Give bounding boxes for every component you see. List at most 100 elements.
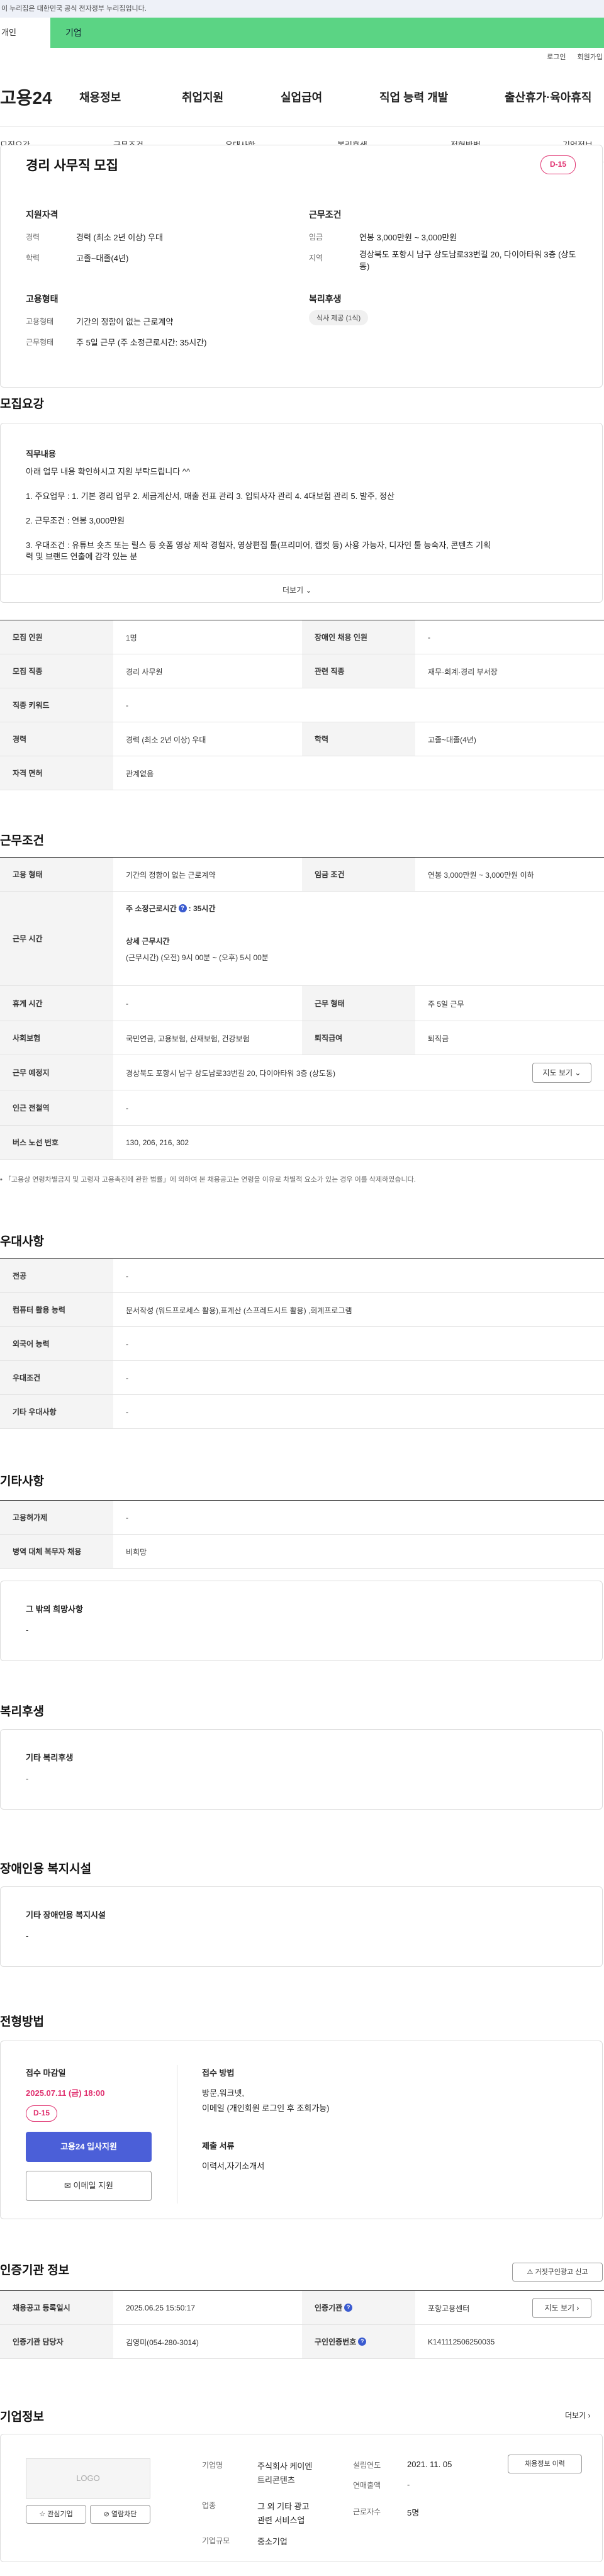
row-value: - xyxy=(428,633,430,642)
etc-table: 고용허가제 - 병역 대체 복무자 채용 비희망 xyxy=(0,1500,604,1569)
report-false-ad-button[interactable]: ⚠ 거짓구인광고 신고 xyxy=(512,2263,603,2282)
size-label: 기업규모 xyxy=(202,2536,230,2545)
map-button[interactable]: 지도 보기 ⌄ xyxy=(532,1063,591,1083)
site-logo[interactable]: 고용24 xyxy=(0,84,79,109)
more-button[interactable]: 더보기 ⌄ xyxy=(282,585,312,595)
company-name-2: 트리콘텐츠 xyxy=(257,2475,295,2485)
chevron-right-icon: › xyxy=(576,2304,579,2312)
facility-box-heading: 기타 장애인용 복지시설 xyxy=(26,1910,106,1920)
email-apply-button[interactable]: ✉ 이메일 지원 xyxy=(26,2171,152,2201)
agency-table: 채용공고 등록일시 2025.06.25 15:50:17 인증기관? 포항고용센터 … xyxy=(0,2290,604,2359)
row-label: 임금 조건 xyxy=(302,858,415,891)
row-value: - xyxy=(126,1408,128,1416)
chevron-right-icon: › xyxy=(588,2411,591,2420)
size-value: 중소기업 xyxy=(257,2537,288,2546)
edu-value: 고졸~대졸(4년) xyxy=(76,254,129,263)
selection-box: 접수 마감일 2025.07.11 (금) 18:00 D-15 고용24 입사… xyxy=(0,2041,603,2219)
hiring-history-button[interactable]: 채용정보 이력 xyxy=(508,2455,582,2473)
revenue-label: 연매출액 xyxy=(353,2481,381,2490)
row-value: - xyxy=(126,1374,128,1382)
work-table: 고용 형태 기간의 정함이 없는 근로계약 임금 조건 연봉 3,000만원 ~ 3,… xyxy=(0,857,604,1160)
nav-unemployment-benefit[interactable]: 실업급여 xyxy=(281,89,379,105)
block-view-button[interactable]: ⊘ 열람차단 xyxy=(90,2505,150,2524)
report-label: 거짓구인광고 신고 xyxy=(535,2268,588,2276)
nav-parental-leave[interactable]: 출산휴가·육아휴직 xyxy=(505,89,604,105)
row-label: 우대조건 xyxy=(0,1361,113,1394)
row-label: 근무 예정지 xyxy=(0,1055,113,1090)
duties-box: 직무내용 아래 업무 내용 확인하시고 지원 부탁드립니다 ^^ 1. 주요업무… xyxy=(0,423,603,603)
nav-employment-support[interactable]: 취업지원 xyxy=(182,89,281,105)
row-value: 1명 xyxy=(126,633,137,642)
org-map-button[interactable]: 지도 보기 › xyxy=(532,2298,591,2318)
signup-link[interactable]: 회원가입 xyxy=(578,53,603,61)
docs-value: 이력서,자기소개서 xyxy=(202,2161,265,2171)
welfare-tag: 식사 제공 (1식) xyxy=(309,310,369,325)
favorite-company-button[interactable]: ☆ 관심기업 xyxy=(26,2505,86,2524)
workform-label: 근무형태 xyxy=(26,338,54,347)
gov-banner: 이 누리집은 대한민국 공식 전자정부 누리집입니다. xyxy=(0,0,604,18)
hours-sub-label: 주 소정근로시간 xyxy=(126,904,177,913)
welfare-box-heading: 기타 복리후생 xyxy=(26,1753,74,1762)
row-value: 130, 206, 216, 302 xyxy=(126,1138,189,1147)
row-value: 경력 (최소 2년 이상) 우대 xyxy=(126,735,206,744)
row-value: 재무·회계·경리 부서장 xyxy=(428,667,498,676)
row-value: - xyxy=(126,1272,128,1280)
workform-value: 주 5일 근무 (주 소정근로시간: 35시간) xyxy=(76,338,207,347)
emptype-value: 기간의 정함이 없는 근로계약 xyxy=(76,317,174,327)
apply-button[interactable]: 고용24 입사지원 xyxy=(26,2132,152,2162)
wage-label: 임금 xyxy=(309,233,323,242)
welfare-box: 기타 복리후생 - xyxy=(0,1729,603,1810)
selection-section-title: 전형방법 xyxy=(0,2015,44,2029)
company-more-link[interactable]: 더보기 › xyxy=(565,2410,590,2421)
dday-badge: D-15 xyxy=(540,155,576,174)
row-label: 버스 노선 번호 xyxy=(0,1126,113,1159)
location-label: 지역 xyxy=(309,254,323,262)
emp-heading: 고용형태 xyxy=(26,294,59,304)
row-value: 주 5일 근무 xyxy=(428,999,464,1009)
deadline-value: 2025.07.11 (금) 18:00 xyxy=(26,2088,105,2098)
chevron-down-icon: ⌄ xyxy=(574,1068,581,1077)
row-label: 외국어 능력 xyxy=(0,1327,113,1360)
row-value: 문서작성 (워드프로세스 활용),표계산 (스프레드시트 활용) ,회계프로그램 xyxy=(126,1306,352,1315)
company-section-title: 기업정보 xyxy=(0,2411,44,2424)
login-link[interactable]: 로그인 xyxy=(547,53,566,61)
nav-jobs[interactable]: 채용정보 xyxy=(79,89,182,105)
row-label: 학력 xyxy=(302,722,415,756)
row-label: 휴게 시간 xyxy=(0,986,113,1021)
hours-sub: 주 소정근로시간?: 35시간 xyxy=(126,903,215,914)
industry-2: 관련 서비스업 xyxy=(257,2516,305,2525)
help-icon[interactable]: ? xyxy=(358,2338,367,2346)
row-label: 사회보험 xyxy=(0,1021,113,1055)
star-icon: ☆ xyxy=(39,2511,46,2518)
tab-individual[interactable]: 개인 xyxy=(0,18,50,48)
more-label: 더보기 xyxy=(282,586,304,595)
main-nav: 고용24 채용정보 취업지원 실업급여 직업 능력 개발 출산휴가·육아휴직 xyxy=(0,67,604,127)
emptype-label: 고용형태 xyxy=(26,317,54,326)
detail-value: (근무시간) (오전) 9시 00분 ~ (오후) 5시 00분 xyxy=(126,953,269,962)
row-label: 장애인 채용 인원 xyxy=(302,620,415,654)
duties-line-2: 2. 근무조건 : 연봉 3,000만원 xyxy=(26,516,125,525)
method-line-1: 방문,워크넷, xyxy=(202,2088,245,2098)
founded-label: 설립연도 xyxy=(353,2461,381,2470)
row-value: - xyxy=(126,1340,128,1348)
row-value: 고졸~대졸(4년) xyxy=(428,735,476,744)
summary-card: 경리 사무직 모집 D-15 지원자격 경력 경력 (최소 2년 이상) 우대 … xyxy=(0,145,603,388)
row-value: 국민연금, 고용보험, 산재보험, 건강보험 xyxy=(126,1034,250,1043)
row-value: - xyxy=(126,1513,128,1522)
help-icon[interactable]: ? xyxy=(178,904,187,912)
other-wishes-value: - xyxy=(26,1625,29,1635)
tab-corporate[interactable]: 기업 xyxy=(50,18,604,48)
help-icon[interactable]: ? xyxy=(344,2304,353,2312)
row-label: 자격 면허 xyxy=(0,756,113,790)
industry-1: 그 외 기타 광고 xyxy=(257,2502,310,2511)
hours-sub-value: : 35시간 xyxy=(188,904,216,913)
welfare-section-title: 복리후생 xyxy=(0,1705,44,1718)
nav-skills[interactable]: 직업 능력 개발 xyxy=(379,89,505,105)
docs-heading: 제출 서류 xyxy=(202,2141,235,2151)
career-value: 경력 (최소 2년 이상) 우대 xyxy=(76,233,163,242)
welfare-heading: 복리후생 xyxy=(309,294,342,304)
email-apply-label: 이메일 지원 xyxy=(73,2181,113,2190)
tab-individual-label: 개인 xyxy=(1,28,16,37)
row-label: 고용허가제 xyxy=(0,1501,113,1534)
row-value: 김영미(054-280-3014) xyxy=(126,2338,199,2347)
